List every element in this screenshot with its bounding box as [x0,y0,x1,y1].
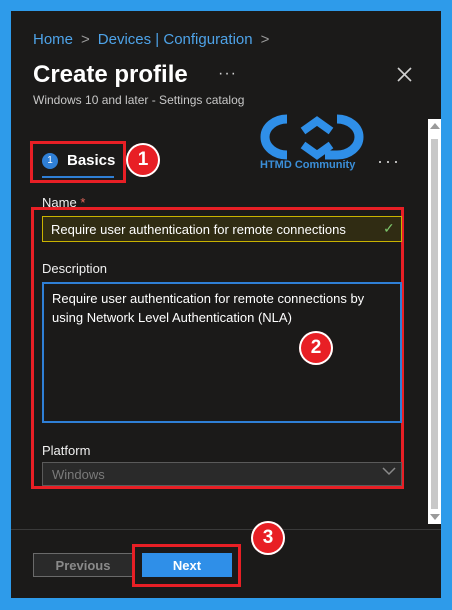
platform-select[interactable]: Windows [42,462,402,486]
annotation-badge-2: 2 [299,331,333,365]
name-input[interactable]: Require user authentication for remote c… [42,216,402,242]
watermark-text: HTMD Community [260,159,356,171]
annotation-badge-1: 1 [126,143,160,177]
tab-basics-label: Basics [67,152,116,169]
scroll-up-icon[interactable] [430,123,440,129]
description-label: Description [42,261,108,276]
scrollbar-thumb[interactable] [431,139,438,509]
breadcrumb-separator: > [81,31,90,48]
chevron-down-icon [382,467,396,476]
step-number-badge: 1 [42,152,58,169]
platform-label: Platform [42,443,91,458]
footer-divider [11,529,441,530]
breadcrumb-home[interactable]: Home [33,31,73,48]
tab-basics[interactable]: 1 Basics [42,152,115,169]
previous-button[interactable]: Previous [33,553,133,577]
tab-more-icon[interactable]: ··· [377,151,401,172]
close-icon[interactable] [395,65,415,85]
page-subtitle: Windows 10 and later - Settings catalog [33,93,245,107]
description-textarea[interactable]: Require user authentication for remote c… [42,282,402,423]
breadcrumb: Home > Devices | Configuration > [33,31,277,48]
more-options-icon[interactable]: ··· [218,65,237,83]
htmd-logo [260,114,364,160]
tab-active-indicator [42,176,114,178]
breadcrumb-devices-configuration[interactable]: Devices | Configuration [98,31,253,48]
annotation-badge-3: 3 [251,521,285,555]
create-profile-panel: Home > Devices | Configuration > Create … [11,11,441,598]
scroll-down-icon[interactable] [430,514,440,520]
checkmark-icon: ✓ [383,220,395,236]
basics-tab-highlight: 1 Basics [30,141,126,183]
next-button[interactable]: Next [142,553,232,577]
breadcrumb-separator: > [260,31,270,48]
page-title: Create profile [33,61,188,88]
